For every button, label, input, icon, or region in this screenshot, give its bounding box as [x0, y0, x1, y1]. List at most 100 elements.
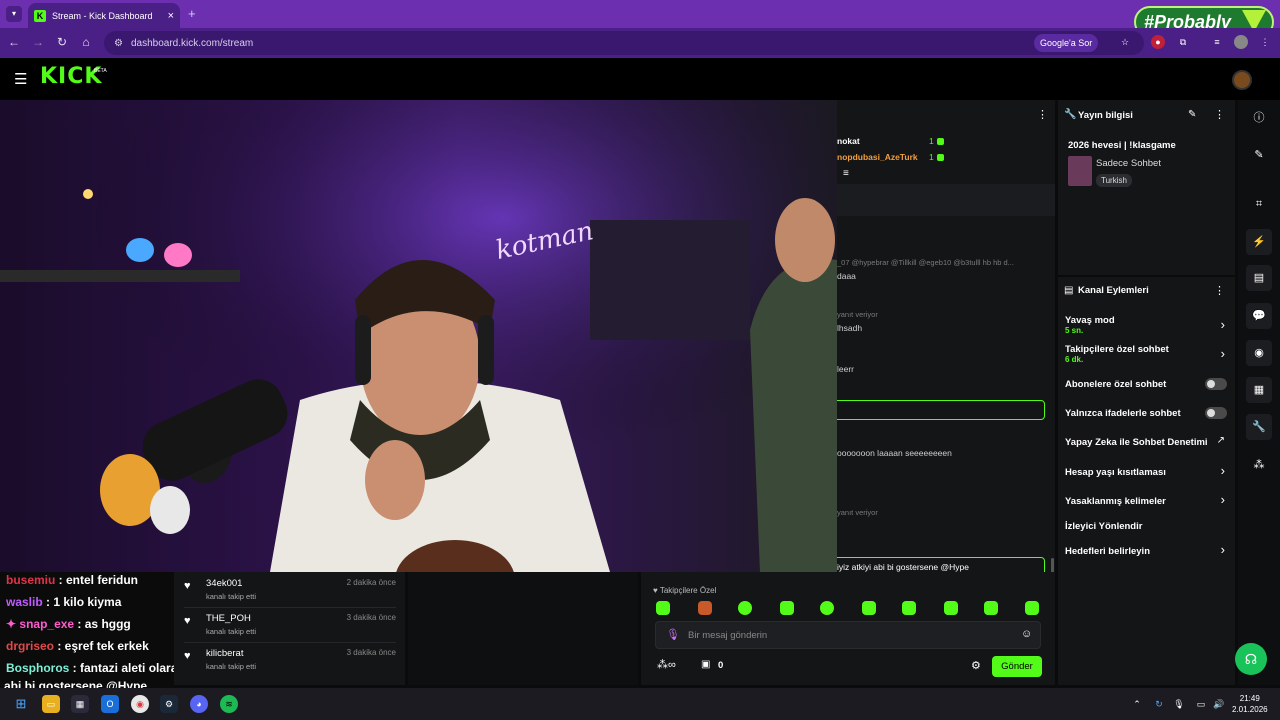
document-icon[interactable]: ▤ — [1246, 265, 1272, 291]
overlay-chat-line: waslib : 1 kilo kiyma — [6, 595, 121, 609]
user-avatar[interactable] — [1232, 70, 1252, 90]
bookmark-star-icon[interactable]: ☆ — [1118, 35, 1132, 49]
emote-icon[interactable] — [1025, 601, 1039, 615]
browser-menu-icon[interactable]: ⋮ — [1258, 35, 1272, 49]
info-options-icon[interactable]: ⋮ — [1214, 108, 1225, 121]
mic-icon[interactable]: 🎙 — [666, 628, 680, 641]
chat-line: daaa — [837, 271, 856, 281]
filter-icon[interactable]: ≡ — [843, 168, 849, 179]
steam-icon[interactable]: ⚙ — [160, 695, 178, 713]
edit-icon[interactable]: ✎ — [1188, 109, 1196, 120]
banned-words-row[interactable]: Yasaklanmış kelimeler — [1065, 496, 1166, 507]
external-link-icon[interactable]: ↗ — [1217, 435, 1225, 446]
follower-name[interactable]: THE_POH — [206, 613, 251, 624]
community-points-icon[interactable]: ⁂∞ — [657, 658, 676, 671]
address-bar[interactable]: ⚙ dashboard.kick.com/stream — [104, 31, 1144, 55]
chevron-right-icon[interactable]: › — [1221, 542, 1225, 557]
monitor-icon[interactable]: ▭ — [1192, 695, 1210, 713]
site-info-icon[interactable]: ⚙ — [114, 38, 123, 49]
reload-icon[interactable]: ↻ — [54, 35, 70, 49]
follower-action: kanalı takip etti — [206, 627, 257, 636]
chat-panel: ⋮ nokat 1 nopdubasi_AzeTurk 1 ≡ _07 @hyp… — [833, 100, 1055, 577]
ai-moderation-row[interactable]: Yapay Zeka ile Sohbet Denetimi — [1065, 437, 1208, 448]
focus-icon[interactable]: ⌗ — [1246, 191, 1272, 217]
follower-name[interactable]: kilicberat — [206, 648, 244, 659]
stream-video-preview[interactable]: kotman — [0, 100, 837, 572]
back-icon[interactable]: ← — [6, 35, 22, 49]
wrench-tool-icon[interactable]: 🔧 — [1246, 414, 1272, 440]
chat-options-icon[interactable]: ⋮ — [1037, 108, 1048, 121]
pencil-icon[interactable]: ✎ — [1246, 142, 1272, 168]
chat-user-count: 1 — [929, 152, 934, 162]
chevron-right-icon[interactable]: › — [1221, 463, 1225, 478]
follower-item: ♥ 34ek001 kanalı takip etti 2 dakika önc… — [184, 574, 396, 608]
forward-icon[interactable]: → — [30, 35, 46, 49]
media-control-icon[interactable]: ≡ — [1210, 35, 1224, 49]
file-explorer-icon[interactable]: ▭ — [42, 695, 60, 713]
emote-icon[interactable] — [820, 601, 834, 615]
settings-icon[interactable]: ⚙ — [971, 659, 981, 672]
wrench-icon: 🔧 — [1064, 109, 1077, 120]
emote-icon[interactable] — [984, 601, 998, 615]
emote-icon[interactable] — [862, 601, 876, 615]
lightning-icon[interactable]: ⚡ — [1246, 229, 1272, 255]
community-icon[interactable]: ⁂ — [1246, 452, 1272, 478]
emote-icon[interactable] — [698, 601, 712, 615]
slow-mode-row[interactable]: Yavaş mod 5 sn. — [1065, 315, 1230, 335]
followers-only-row[interactable]: Takipçilere özel sohbet 6 dk. — [1065, 344, 1230, 364]
emote-icon[interactable] — [902, 601, 916, 615]
chrome-icon[interactable]: ◉ — [131, 695, 149, 713]
chat-username: waslib — [6, 595, 43, 609]
emotes-only-toggle[interactable] — [1205, 407, 1227, 419]
discord-icon[interactable]: ◕ — [190, 695, 208, 713]
emoji-icon[interactable]: ☺ — [1021, 628, 1032, 640]
message-input[interactable]: 🎙 Bir mesaj gönderin ☺ — [655, 621, 1041, 649]
emote-icon[interactable] — [780, 601, 794, 615]
opera-extension-icon[interactable]: ● — [1151, 35, 1165, 49]
badge-icon — [937, 138, 944, 145]
category-thumbnail — [1068, 156, 1092, 186]
badge-icon: ✦ — [6, 617, 20, 631]
sync-icon[interactable]: ↻ — [1150, 695, 1168, 713]
emote-icon[interactable] — [656, 601, 670, 615]
microphone-icon[interactable]: 🎙 — [1170, 695, 1188, 713]
extensions-icon[interactable]: ⧉ — [1176, 35, 1190, 49]
google-lens-button[interactable]: Google'a Sor — [1034, 34, 1099, 52]
subscribers-only-toggle[interactable] — [1205, 378, 1227, 390]
outlook-icon[interactable]: O — [101, 695, 119, 713]
home-icon[interactable]: ⌂ — [78, 35, 94, 49]
gift-icon[interactable]: ▣ — [701, 659, 710, 670]
stream-info-panel: 🔧 Yayın bilgisi ✎ ⋮ 2026 hevesi | !klasg… — [1058, 100, 1235, 275]
spotify-icon[interactable]: ≋ — [220, 695, 238, 713]
new-tab-button[interactable]: + — [188, 6, 196, 21]
browser-tab[interactable]: K Stream - Kick Dashboard × — [28, 3, 180, 28]
broadcast-icon[interactable]: ◉ — [1246, 340, 1272, 366]
chat-username: busemiu — [6, 573, 56, 587]
tab-close-icon[interactable]: × — [168, 10, 174, 22]
chevron-right-icon[interactable]: › — [1221, 346, 1225, 361]
tab-search-icon[interactable]: ▾ — [6, 6, 22, 22]
windows-start-icon[interactable]: ⊞ — [12, 695, 30, 713]
chevron-right-icon[interactable]: › — [1221, 317, 1225, 332]
follower-name[interactable]: 34ek001 — [206, 578, 242, 589]
emote-icon[interactable] — [738, 601, 752, 615]
layout-icon[interactable]: ▦ — [1246, 377, 1272, 403]
pinned-area — [837, 184, 1055, 216]
chevron-up-icon[interactable]: ⌃ — [1128, 695, 1146, 713]
support-headset-icon[interactable]: ☊ — [1235, 643, 1267, 675]
account-age-row[interactable]: Hesap yaşı kısıtlaması — [1065, 467, 1166, 478]
send-button[interactable]: Gönder — [992, 656, 1042, 677]
info-icon[interactable]: ⓘ — [1246, 105, 1272, 131]
hamburger-menu-icon[interactable]: ☰ — [14, 70, 27, 88]
taskbar-clock[interactable]: 21:49 2.01.2026 — [1232, 693, 1268, 715]
beta-badge: BETA — [94, 68, 107, 74]
actions-options-icon[interactable]: ⋮ — [1214, 284, 1225, 297]
chevron-right-icon[interactable]: › — [1221, 492, 1225, 507]
emote-icon[interactable] — [944, 601, 958, 615]
goals-row[interactable]: Hedefleri belirleyin — [1065, 546, 1150, 557]
raid-row[interactable]: İzleyici Yönlendir — [1065, 521, 1142, 532]
profile-avatar-icon[interactable] — [1234, 35, 1248, 49]
chat-icon[interactable]: 💬 — [1246, 303, 1272, 329]
volume-icon[interactable]: 🔊 — [1210, 695, 1228, 713]
store-icon[interactable]: ▦ — [71, 695, 89, 713]
